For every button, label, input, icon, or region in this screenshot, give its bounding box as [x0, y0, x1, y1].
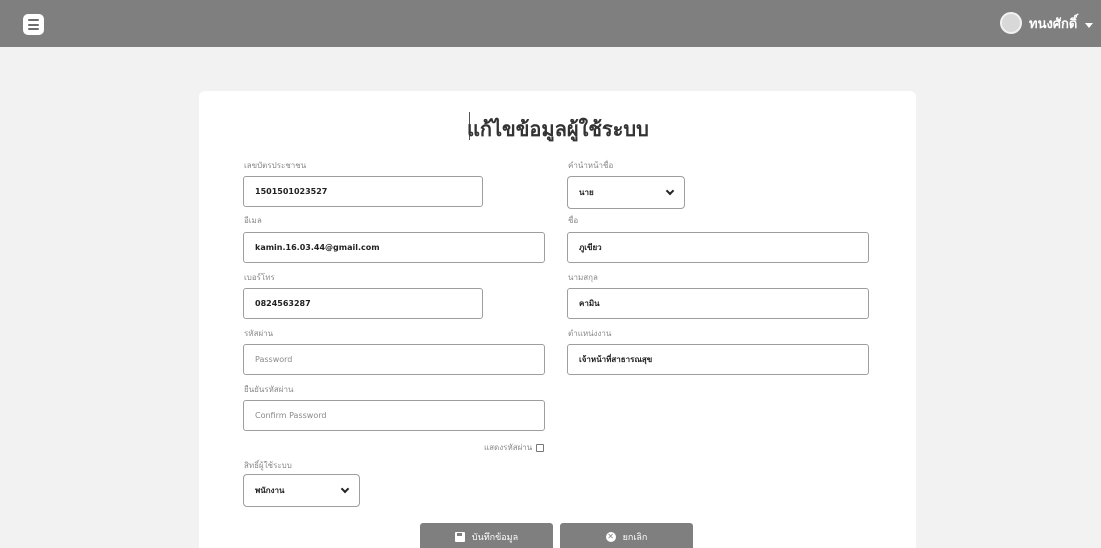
page-title: แก้ไขข้อมูลผู้ใช้ระบบ — [467, 117, 649, 141]
show-password-label: แสดงรหัสผ่าน — [484, 443, 533, 452]
id-card-label: เลขบัตรประชาชน — [244, 161, 307, 170]
password-input[interactable]: Password — [243, 344, 545, 375]
edit-user-form-card: แก้ไขข้อมูลผู้ใช้ระบบ เลขบัตรประชาชน 150… — [199, 91, 916, 548]
last-name-input[interactable]: คามิน — [567, 288, 869, 319]
close-circle-icon: ✕ — [605, 532, 616, 542]
hamburger-menu-icon[interactable] — [23, 14, 44, 35]
chevron-down-icon — [340, 484, 350, 494]
caret-down-icon[interactable] — [1085, 23, 1093, 28]
first-name-input[interactable]: ภูเขียว — [567, 232, 869, 263]
phone-label: เบอร์โทร — [244, 273, 275, 282]
user-name[interactable]: ทนงศักดิ์ — [1029, 13, 1077, 34]
save-button-label: บันทึกข้อมูล — [471, 533, 519, 543]
user-avatar[interactable] — [1000, 12, 1022, 34]
show-password-checkbox[interactable] — [536, 443, 545, 452]
cancel-button[interactable]: ✕ ยกเลิก — [560, 523, 693, 548]
last-name-label: นามสกุล — [568, 273, 598, 282]
cancel-button-label: ยกเลิก — [622, 533, 648, 543]
prefix-select[interactable]: นาย — [567, 176, 685, 209]
prefix-label: คำนำหน้าชื่อ — [568, 161, 614, 170]
id-card-input[interactable]: 1501501023527 — [243, 176, 483, 207]
confirm-password-input[interactable]: Confirm Password — [243, 400, 545, 431]
first-name-label: ชื่อ — [568, 216, 579, 225]
top-navbar: ทนงศักดิ์ — [0, 0, 1101, 47]
email-input[interactable]: kamin.16.03.44@gmail.com — [243, 232, 545, 263]
chevron-down-icon — [665, 186, 675, 196]
save-button[interactable]: บันทึกข้อมูล — [420, 523, 553, 548]
role-select[interactable]: พนักงาน — [243, 474, 360, 507]
position-label: ตำแหน่งงาน — [568, 329, 612, 338]
password-label: รหัสผ่าน — [244, 329, 274, 338]
phone-input[interactable]: 0824563287 — [243, 288, 483, 319]
role-select-value: พนักงาน — [255, 486, 285, 495]
role-label: สิทธิ์ผู้ใช้ระบบ — [244, 461, 292, 470]
show-password-toggle[interactable]: แสดงรหัสผ่าน — [484, 441, 545, 454]
position-input[interactable]: เจ้าหน้าที่สาธารณสุข — [567, 344, 869, 375]
prefix-select-value: นาย — [579, 188, 594, 197]
floppy-disk-icon — [454, 532, 465, 542]
confirm-password-label: ยืนยันรหัสผ่าน — [244, 385, 294, 394]
email-label: อีเมล — [244, 216, 262, 225]
